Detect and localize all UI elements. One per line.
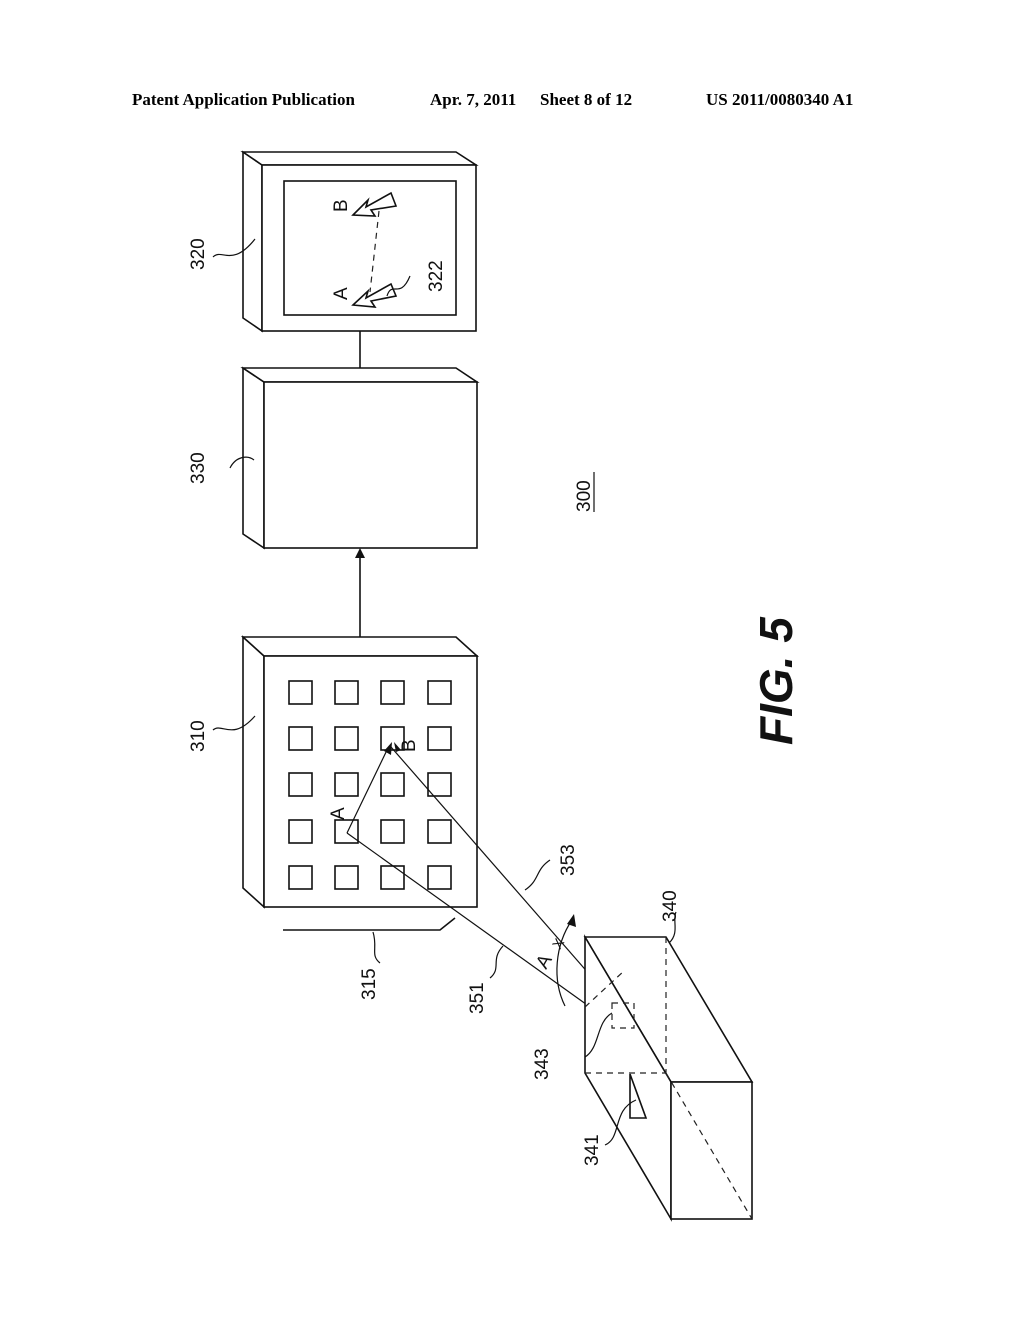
array-point-a: A [328,807,349,820]
system-ref-label: 300 [574,480,595,512]
pointer-ref-label: 340 [660,890,681,922]
angle-label: A [532,951,557,973]
processor-unit: 330 [188,366,480,550]
sensor-array: 310 A B [188,635,480,909]
display-point-b: B [331,199,352,212]
pointer-device: 340 343 341 [532,890,754,1222]
beam-b-ref-label: 353 [558,844,579,876]
cursor-ref-label: 322 [426,260,447,292]
arrow-head-icon [355,548,365,558]
processor-ref-label: 330 [188,452,209,484]
array-point-b: B [399,739,420,752]
angle-subscript: X [549,935,568,952]
figure-title: FIG. 5 [750,616,802,745]
array-width-ref-label: 315 [359,968,380,1000]
display-ref-label: 320 [188,238,209,270]
display-device: B A 322 320 [188,150,479,333]
patent-figure: B A 322 320 330 300 310 A B 315 351 353 … [188,150,802,1222]
display-point-a: A [331,287,352,300]
array-ref-label: 310 [188,720,209,752]
beam-a-ref-label: 351 [467,982,488,1014]
emitter-ref-label: 341 [582,1134,603,1166]
detector-ref-label: 343 [532,1048,553,1080]
array-width-bracket [283,917,456,931]
